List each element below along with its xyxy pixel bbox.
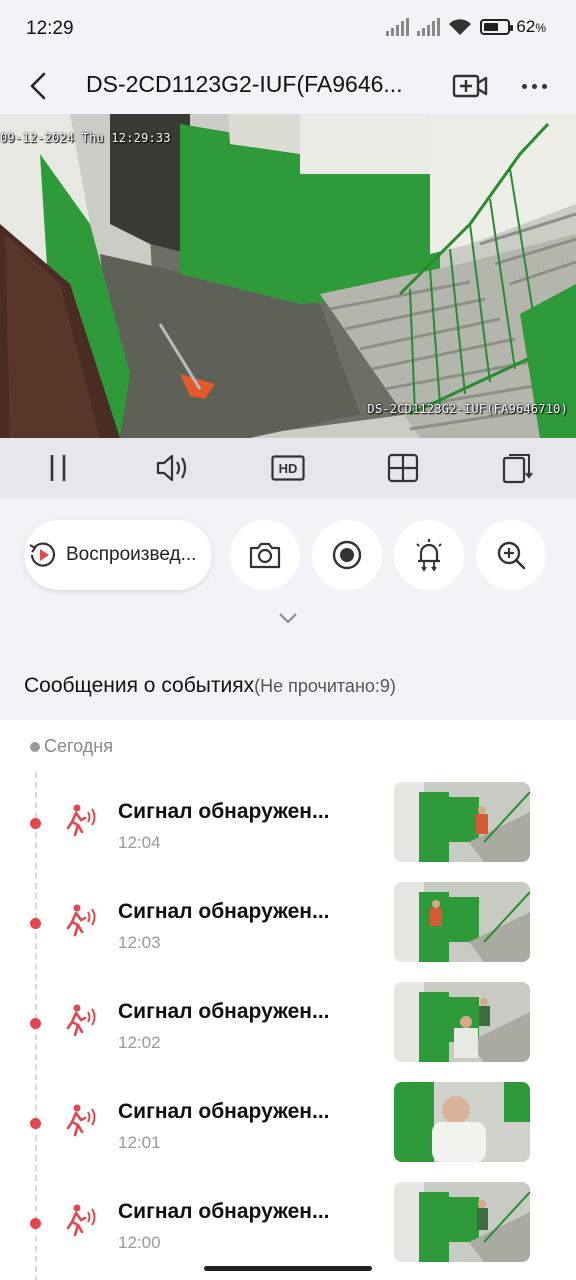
osd-camera-name: DS-2CD1123G2-IUF(FA9646710) xyxy=(367,402,568,416)
day-dot xyxy=(30,741,40,752)
event-dot xyxy=(30,918,41,929)
snapshot-button[interactable] xyxy=(230,520,300,590)
gesture-nav-bar[interactable] xyxy=(204,1266,372,1271)
event-dot xyxy=(30,818,41,829)
zoom-button[interactable] xyxy=(476,520,546,590)
event-title: Сигнал обнаружен... xyxy=(118,800,330,823)
motion-detect-icon xyxy=(66,1004,96,1037)
event-dot xyxy=(30,1018,41,1029)
speaker-icon xyxy=(156,454,186,482)
event-thumbnail[interactable] xyxy=(394,882,530,962)
layout-button[interactable] xyxy=(373,443,433,493)
event-thumbnail[interactable] xyxy=(394,1182,530,1262)
add-video-button[interactable] xyxy=(450,68,490,104)
app-header: DS-2CD1123G2-IUF(FA9646... xyxy=(0,58,576,114)
alarm-light-icon xyxy=(416,539,442,572)
grid-icon xyxy=(388,453,419,483)
camera-icon xyxy=(249,542,281,569)
events-unread-count: (Не прочитано:9) xyxy=(254,676,396,696)
battery-icon xyxy=(480,19,514,35)
event-time: 12:01 xyxy=(118,1133,161,1152)
event-title: Сигнал обнаружен... xyxy=(118,1100,330,1123)
quality-button[interactable]: HD xyxy=(258,443,318,493)
battery-percent: 62 xyxy=(516,17,536,36)
video-frame xyxy=(0,114,576,438)
motion-detect-icon xyxy=(66,804,96,837)
event-time: 12:03 xyxy=(118,933,161,952)
player-controls: HD xyxy=(0,438,576,498)
more-dots-icon xyxy=(521,83,527,89)
video-plus-icon xyxy=(452,74,488,98)
event-thumbnail[interactable] xyxy=(394,782,530,862)
zoom-in-icon xyxy=(497,541,526,570)
battery: 62% xyxy=(480,17,546,37)
pause-button[interactable] xyxy=(28,443,88,493)
event-item[interactable]: Сигнал обнаружен... 12:01 xyxy=(0,1082,576,1182)
event-title: Сигнал обнаружен... xyxy=(118,1200,330,1223)
event-thumbnail[interactable] xyxy=(394,982,530,1062)
wifi-icon xyxy=(449,19,472,35)
osd-timestamp: 09-12-2024 Thu 12:29:33 xyxy=(0,131,171,145)
motion-detect-icon xyxy=(66,904,96,937)
signal-icon-2 xyxy=(417,18,441,36)
chevron-down-icon[interactable] xyxy=(276,610,300,626)
playback-label: Воспроизвед... xyxy=(66,544,197,565)
page-title: DS-2CD1123G2-IUF(FA9646... xyxy=(86,71,403,97)
status-icons: 62% xyxy=(386,17,546,37)
signal-icon-1 xyxy=(386,18,410,36)
event-item[interactable]: Сигнал обнаружен... 12:02 xyxy=(0,982,576,1082)
record-button[interactable] xyxy=(312,520,382,590)
playback-button[interactable]: Воспроизвед... xyxy=(24,520,212,590)
chevron-left-icon xyxy=(30,72,46,100)
playback-icon xyxy=(29,542,56,567)
events-section-title: Сообщения о событиях(Не прочитано:9) xyxy=(24,674,396,698)
fullscreen-button[interactable] xyxy=(488,443,548,493)
event-item[interactable]: Сигнал обнаружен... 12:03 xyxy=(0,882,576,982)
event-title: Сигнал обнаружен... xyxy=(118,1000,330,1023)
battery-suffix: % xyxy=(535,21,546,35)
status-bar: 12:29 62% xyxy=(0,0,576,58)
hd-icon: HD xyxy=(271,455,305,481)
event-dot xyxy=(30,1218,41,1229)
status-time: 12:29 xyxy=(26,18,74,39)
events-title-text: Сообщения о событиях xyxy=(24,674,255,697)
event-item[interactable]: Сигнал обнаружен... 12:04 xyxy=(0,782,576,882)
event-list: Сегодня Сигнал обнаружен... 12:04 Сигнал… xyxy=(0,720,576,1280)
event-thumbnail[interactable] xyxy=(394,1082,530,1162)
event-dot xyxy=(30,1118,41,1129)
event-title: Сигнал обнаружен... xyxy=(118,900,330,923)
sound-button[interactable] xyxy=(143,443,203,493)
back-button[interactable] xyxy=(20,68,56,104)
pause-icon xyxy=(50,455,65,481)
motion-detect-icon xyxy=(66,1204,96,1237)
more-button[interactable] xyxy=(514,68,554,104)
action-area: Воспроизвед... Сообщения о событиях(Не п… xyxy=(0,498,576,720)
day-label: Сегодня xyxy=(30,736,113,757)
day-label-text: Сегодня xyxy=(44,736,113,756)
live-video[interactable]: 09-12-2024 Thu 12:29:33 DS-2CD1123G2-IUF… xyxy=(0,114,576,438)
record-icon xyxy=(332,540,362,570)
alarm-button[interactable] xyxy=(394,520,464,590)
event-time: 12:00 xyxy=(118,1233,161,1252)
rotate-screen-icon xyxy=(503,454,534,484)
event-time: 12:02 xyxy=(118,1033,161,1052)
motion-detect-icon xyxy=(66,1104,96,1137)
hd-label: HD xyxy=(279,461,298,476)
event-time: 12:04 xyxy=(118,833,161,852)
